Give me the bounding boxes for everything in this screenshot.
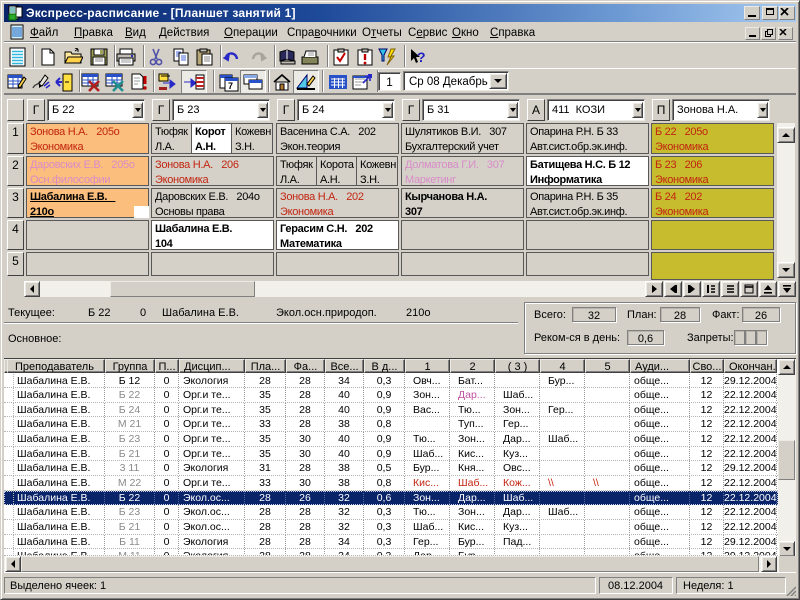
svg-text:7: 7 (228, 81, 233, 91)
svg-text:?: ? (417, 49, 426, 65)
